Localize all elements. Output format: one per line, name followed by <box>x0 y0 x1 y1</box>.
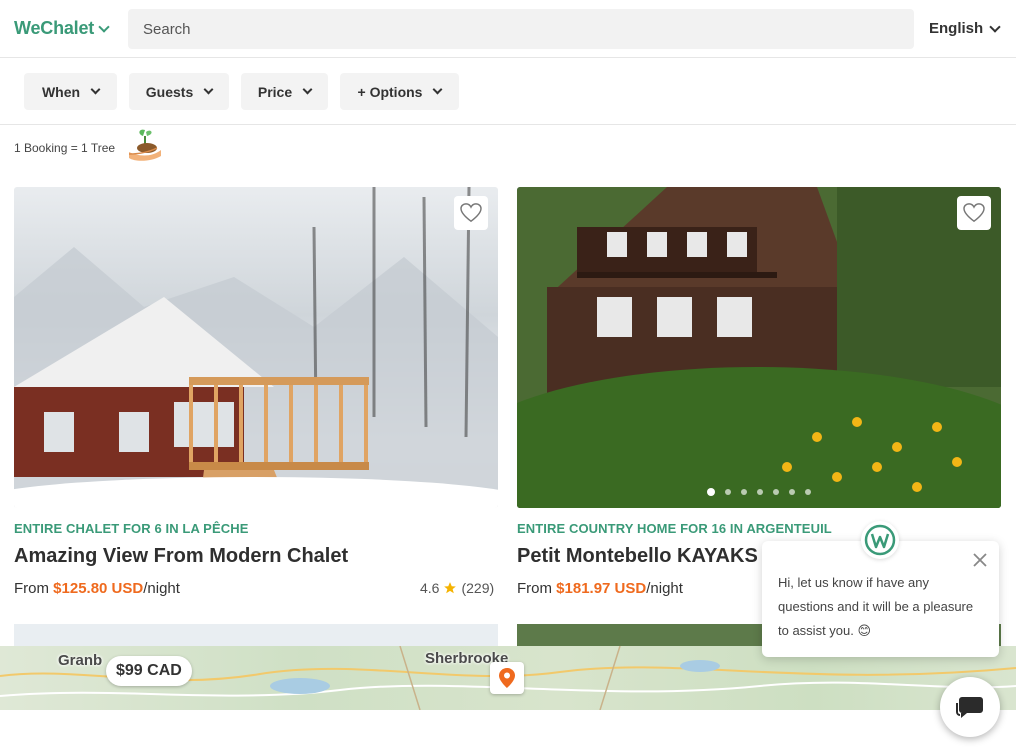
carousel-dot[interactable] <box>741 489 747 495</box>
heart-icon <box>460 203 482 223</box>
listing-price: From $181.97 USD/night <box>517 580 683 597</box>
language-selector[interactable]: English <box>929 20 1001 37</box>
filter-bar: When Guests Price + Options <box>0 58 1016 125</box>
heart-icon <box>963 203 985 223</box>
carousel-dot[interactable] <box>286 489 292 495</box>
carousel-dot[interactable] <box>757 489 763 495</box>
filter-guests-button[interactable]: Guests <box>129 73 229 110</box>
tree-banner-text: 1 Booking = 1 Tree <box>14 141 116 155</box>
carousel-dot[interactable] <box>725 489 731 495</box>
filter-label: Price <box>257 83 293 100</box>
wechalet-logo-icon <box>864 524 896 556</box>
carousel-dot[interactable] <box>204 489 210 495</box>
price-amount: $181.97 USD <box>556 580 647 597</box>
top-header: WeChalet English <box>0 0 1016 58</box>
carousel-dot[interactable] <box>238 489 244 495</box>
location-pin-icon <box>499 668 515 688</box>
price-per: /night <box>646 580 683 597</box>
tree-banner: 1 Booking = 1 Tree <box>14 129 165 162</box>
price-from: From <box>14 580 49 597</box>
listing-title[interactable]: Petit Montebello KAYAKS <box>517 545 758 568</box>
star-icon <box>444 582 457 594</box>
carousel-dot[interactable] <box>254 489 260 495</box>
chat-message: Hi, let us know if have any questions an… <box>778 575 974 638</box>
chevron-down-icon <box>989 20 1001 33</box>
carousel-dots <box>707 488 811 496</box>
chevron-down-icon <box>90 84 101 95</box>
price-amount: $125.80 USD <box>53 580 144 597</box>
listing-type: ENTIRE CHALET FOR 6 IN LA PÊCHE <box>14 521 249 536</box>
carousel-dot[interactable] <box>789 489 795 495</box>
chalet-photo <box>14 187 498 508</box>
logo-text: WeChalet <box>14 18 95 38</box>
favorite-button[interactable] <box>454 196 488 230</box>
listing-image-1[interactable] <box>14 187 498 508</box>
carousel-dots <box>204 488 308 496</box>
carousel-dot[interactable] <box>773 489 779 495</box>
chat-agent-avatar <box>861 521 899 559</box>
chevron-down-icon <box>433 84 443 95</box>
hand-sapling-icon <box>129 129 162 161</box>
price-from: From <box>517 580 552 597</box>
filter-price-button[interactable]: Price <box>241 73 328 110</box>
listing-title[interactable]: Amazing View From Modern Chalet <box>14 545 348 568</box>
map-location-marker[interactable] <box>490 662 524 694</box>
map-city-label: Granb <box>58 652 103 669</box>
listing-price: From $125.80 USD/night <box>14 580 180 597</box>
price-per: /night <box>143 580 180 597</box>
favorite-button[interactable] <box>957 196 991 230</box>
carousel-dot[interactable] <box>302 489 308 495</box>
chat-bubble-icon <box>956 697 983 718</box>
filter-options-button[interactable]: + Options <box>340 73 459 110</box>
filter-when-button[interactable]: When <box>24 73 117 110</box>
listing-image-2[interactable] <box>517 187 1001 508</box>
country-home-photo <box>517 187 1001 508</box>
chevron-down-icon <box>203 84 214 95</box>
filter-label: + Options <box>357 83 423 100</box>
logo[interactable]: WeChalet <box>14 18 110 39</box>
listing-type: ENTIRE COUNTRY HOME FOR 16 IN ARGENTEUIL <box>517 521 832 536</box>
search-input[interactable] <box>128 9 914 49</box>
chevron-down-icon <box>302 84 313 95</box>
language-label: English <box>929 20 984 37</box>
map-price-marker[interactable]: $99 CAD <box>106 656 192 686</box>
carousel-dot[interactable] <box>270 489 276 495</box>
carousel-dot[interactable] <box>805 489 811 495</box>
carousel-dot[interactable] <box>707 488 715 496</box>
rating-value: 4.6 <box>420 580 440 596</box>
listing-rating: 4.6 (229) <box>420 580 494 596</box>
chat-launcher-button[interactable] <box>940 677 1000 737</box>
review-count: (229) <box>461 580 495 596</box>
close-icon[interactable] <box>971 551 989 569</box>
carousel-dot[interactable] <box>220 488 228 496</box>
chevron-down-icon <box>98 20 110 33</box>
filter-label: When <box>41 83 81 100</box>
filter-label: Guests <box>145 83 194 100</box>
